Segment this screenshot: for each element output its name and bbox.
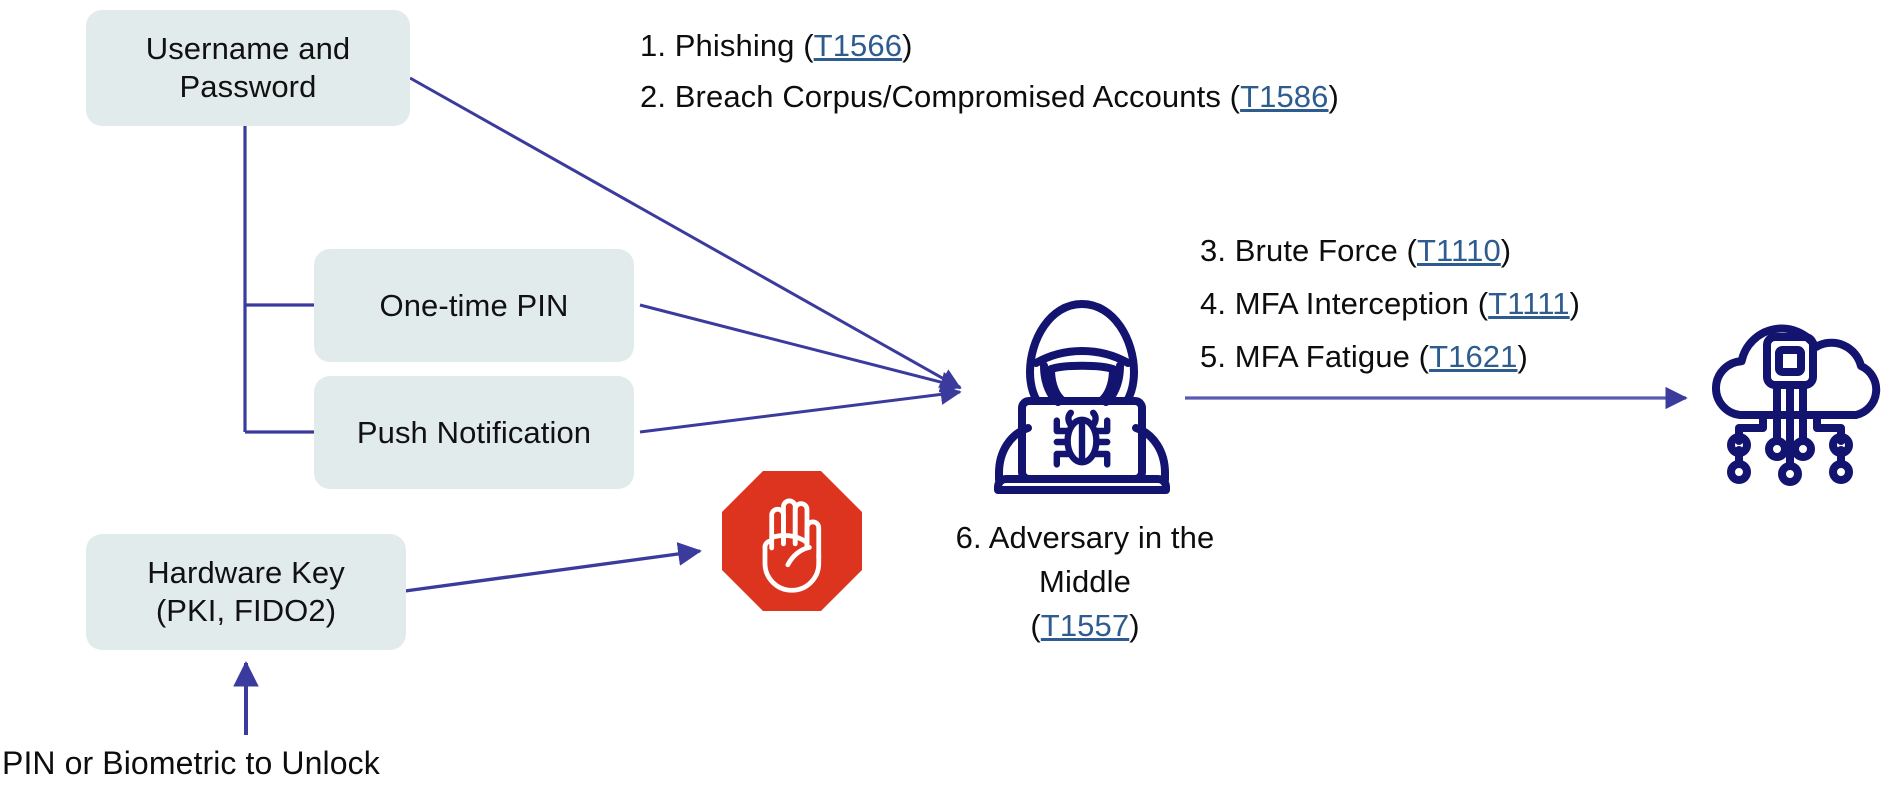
hacker-laptop-icon [978, 296, 1186, 500]
cloud-computing-icon [1690, 322, 1890, 490]
technique-6-paren-close: ) [1129, 608, 1140, 644]
technique-3-paren-open: ( [1406, 233, 1417, 268]
node-username-and-password[interactable]: Username and Password [86, 10, 410, 126]
technique-1-name: Phishing [674, 28, 804, 63]
technique-2-paren-close: ) [1328, 79, 1339, 114]
node-push-notification[interactable]: Push Notification [314, 376, 634, 489]
node-push-notification-label: Push Notification [356, 414, 592, 450]
technique-4-attack-id[interactable]: T1111 [1488, 286, 1570, 321]
technique-6-id-line: (T1557) [920, 604, 1250, 648]
technique-3-name: Brute Force [1234, 233, 1407, 268]
technique-5-number: 5. [1200, 339, 1235, 374]
stop-hand-icon [722, 471, 862, 611]
technique-1-paren-close: ) [902, 28, 913, 63]
node-one-time-pin[interactable]: One-time PIN [314, 249, 634, 362]
technique-4-paren-close: ) [1569, 286, 1581, 321]
technique-6-paren-open: ( [1030, 608, 1041, 644]
technique-5-name: MFA Fatigue [1234, 339, 1419, 374]
technique-4-name: MFA Interception [1234, 286, 1478, 321]
technique-5-paren-close: ) [1517, 339, 1528, 374]
technique-2-paren-open: ( [1229, 79, 1241, 114]
technique-4-paren-open: ( [1477, 286, 1489, 321]
technique-1-number: 1. [640, 28, 675, 63]
technique-2-name: Breach Corpus/Compromised Accounts [674, 79, 1230, 114]
technique-4-number: 4. [1200, 286, 1235, 321]
node-username-and-password-line-2: Password [179, 69, 317, 104]
technique-1-attack-id[interactable]: T1566 [814, 28, 902, 63]
node-hardware-key[interactable]: Hardware Key (PKI, FIDO2) [86, 534, 406, 650]
technique-2-attack-id[interactable]: T1586 [1240, 79, 1328, 114]
technique-3-paren-close: ) [1500, 233, 1512, 268]
node-hardware-key-line-2: (PKI, FIDO2) [155, 593, 337, 628]
tree-bracket-connector [243, 126, 318, 434]
unlock-method-label: PIN or Biometric to Unlock [2, 745, 380, 781]
technique-5-attack-id[interactable]: T1621 [1429, 339, 1517, 374]
technique-6-line-2: Middle [1039, 564, 1131, 600]
arrow-push-to-adversary [639, 383, 962, 434]
technique-5-paren-open: ( [1418, 339, 1430, 374]
technique-2-number: 2. [640, 79, 675, 114]
node-hardware-key-line-1: Hardware Key [147, 555, 345, 591]
technique-item-4: 4. MFA Interception (T1111) [1200, 282, 1580, 326]
technique-item-5: 5. MFA Fatigue (T1621) [1200, 335, 1528, 379]
technique-6-line-1: 6. Adversary in the [955, 520, 1215, 555]
node-one-time-pin-label: One-time PIN [379, 287, 569, 323]
technique-item-1: 1. Phishing (T1566) [640, 24, 913, 68]
technique-6-attack-id[interactable]: T1557 [1041, 608, 1129, 643]
technique-1-paren-open: ( [803, 28, 814, 63]
technique-item-2: 2. Breach Corpus/Compromised Accounts (T… [640, 75, 1339, 119]
node-username-and-password-line-1: Username and [145, 31, 351, 67]
diagram-canvas: Username and Password One-time PIN Push … [0, 0, 1904, 796]
technique-item-6: 6. Adversary in the Middle (T1557) [920, 516, 1250, 648]
arrow-otp-to-adversary [639, 303, 962, 393]
technique-item-3: 3. Brute Force (T1110) [1200, 229, 1511, 273]
technique-3-attack-id[interactable]: T1110 [1417, 233, 1501, 268]
technique-3-number: 3. [1200, 233, 1235, 268]
arrow-hardwarekey-to-stop [404, 542, 702, 593]
